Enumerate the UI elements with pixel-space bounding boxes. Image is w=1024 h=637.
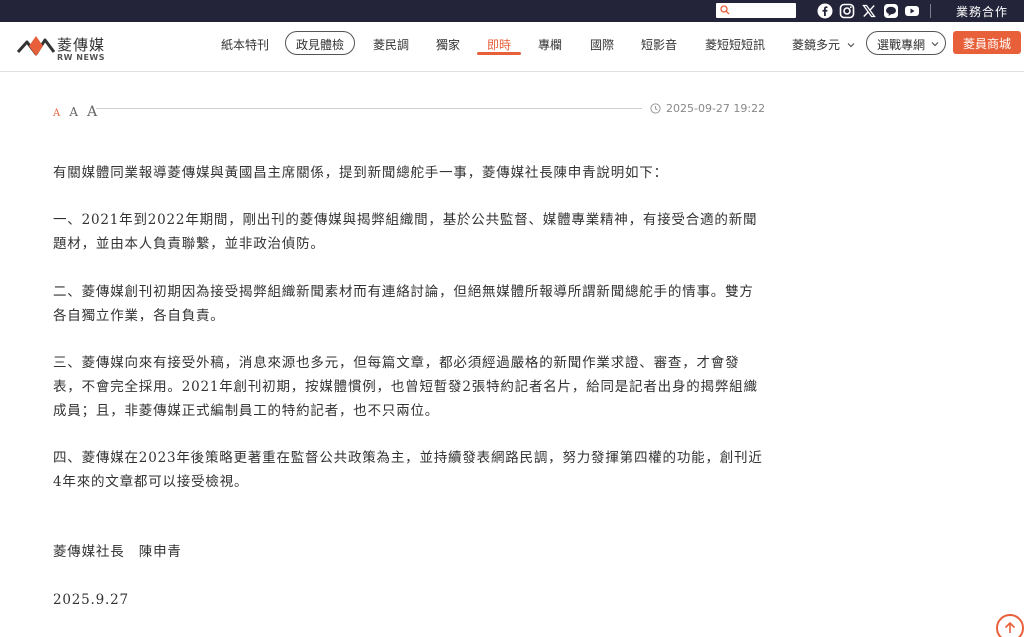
nav-policy-check[interactable]: 政見體檢 xyxy=(285,31,355,55)
active-tab-indicator xyxy=(477,52,521,55)
shop-button[interactable]: 菱員商城 xyxy=(953,31,1021,54)
rw-logo-icon xyxy=(17,36,55,56)
chevron-down-icon[interactable] xyxy=(847,41,855,49)
article-date: 2025.9.27 xyxy=(53,592,129,608)
article-paragraph: 有關媒體同業報導菱傳媒與黃國昌主席關係，提到新聞總舵手一事，菱傳媒社長陳申青說明… xyxy=(53,165,668,181)
x-icon[interactable] xyxy=(861,3,877,19)
nav-print-special[interactable]: 紙本特刊 xyxy=(221,36,269,53)
top-divider xyxy=(930,4,931,18)
search-input[interactable] xyxy=(732,3,794,18)
arrow-up-icon xyxy=(1004,621,1016,633)
nav-international[interactable]: 國際 xyxy=(590,36,614,53)
youtube-icon[interactable] xyxy=(904,3,920,19)
scroll-top-button[interactable] xyxy=(996,614,1024,637)
publish-datetime: 2025-09-27 19:22 xyxy=(666,102,766,115)
header-divider xyxy=(96,108,642,109)
font-size-large[interactable]: A xyxy=(87,104,97,120)
main-nav: 菱傳媒 RW NEWS 紙本特刊 政見體檢 菱民調 獨家 即時 專欄 國際 短影… xyxy=(0,22,1024,72)
nav-election-label: 選戰專網 xyxy=(877,38,926,52)
font-size-medium[interactable]: A xyxy=(69,105,78,119)
search-icon xyxy=(720,5,730,15)
nav-diverse[interactable]: 菱鏡多元 xyxy=(792,36,840,53)
business-link[interactable]: 業務合作 xyxy=(956,3,1008,20)
brand-sub: RW NEWS xyxy=(57,53,106,62)
nav-short-video[interactable]: 短影音 xyxy=(641,36,677,53)
font-size-small[interactable]: A xyxy=(53,108,60,119)
chevron-down-icon xyxy=(931,42,939,47)
nav-election[interactable]: 選戰專網 xyxy=(866,31,946,55)
line-icon[interactable] xyxy=(883,3,899,19)
article-paragraph: 一、2021年到2022年期間，剛出刊的菱傳媒與揭弊組織間，基於公共監督、媒體專… xyxy=(53,212,758,252)
nav-poll[interactable]: 菱民調 xyxy=(373,36,409,53)
search-box[interactable] xyxy=(716,3,796,18)
nav-short-news[interactable]: 菱短短短訊 xyxy=(705,36,765,53)
nav-exclusive[interactable]: 獨家 xyxy=(436,36,460,53)
article-signature: 菱傳媒社長 陳申青 xyxy=(53,544,182,560)
brand-name: 菱傳媒 xyxy=(57,36,106,54)
clock-icon xyxy=(650,103,661,114)
article-paragraph: 二、菱傳媒創刊初期因為接受揭弊組織新聞素材而有連絡討論，但絕無媒體所報導所謂新聞… xyxy=(53,284,754,324)
article-paragraph: 四、菱傳媒在2023年後策略更著重在監督公共政策為主，並持續發表網路民調，努力發… xyxy=(53,450,763,490)
nav-column[interactable]: 專欄 xyxy=(538,36,562,53)
top-bar: 業務合作 xyxy=(0,0,1024,22)
article-paragraph: 三、菱傳媒向來有接受外稿，消息來源也多元，但每篇文章，都必須經過嚴格的新聞作業求… xyxy=(53,355,758,419)
site-logo[interactable]: 菱傳媒 RW NEWS xyxy=(17,32,107,64)
font-size-controls: A A A xyxy=(53,101,101,120)
nav-realtime[interactable]: 即時 xyxy=(487,36,511,53)
instagram-icon[interactable] xyxy=(839,3,855,19)
facebook-icon[interactable] xyxy=(817,3,833,19)
